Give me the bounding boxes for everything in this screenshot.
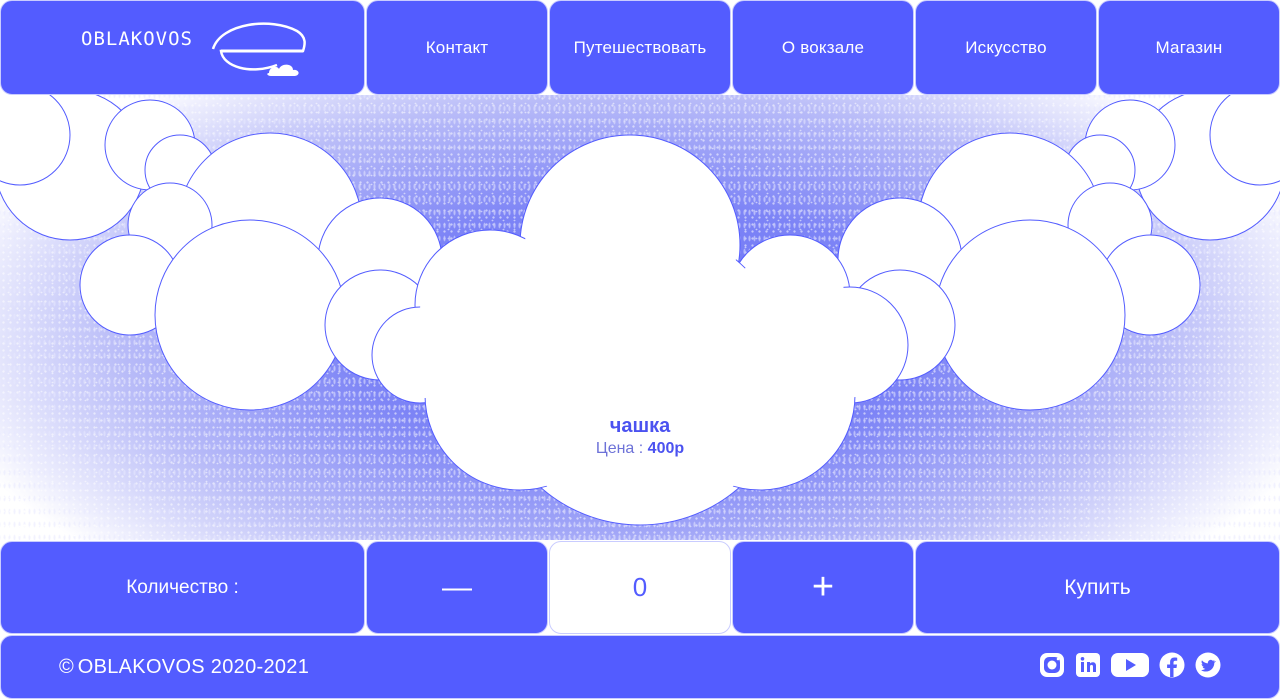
logo-tile[interactable]: OBLAKOVOS bbox=[0, 0, 365, 95]
youtube-icon[interactable] bbox=[1110, 651, 1150, 679]
facebook-icon[interactable] bbox=[1158, 651, 1186, 679]
nav-item-contact-label: Контакт bbox=[425, 37, 489, 57]
linkedin-icon[interactable] bbox=[1074, 651, 1102, 679]
instagram-icon[interactable] bbox=[1038, 651, 1066, 679]
increase-quantity-button[interactable]: + bbox=[732, 541, 914, 634]
plus-icon: + bbox=[811, 566, 835, 608]
quantity-value: 0 bbox=[632, 572, 648, 602]
product-stage: чашка Цена : 400р bbox=[0, 95, 1280, 540]
social-links bbox=[1038, 651, 1222, 679]
nav-item-contact[interactable]: Контакт bbox=[366, 0, 548, 95]
buy-button[interactable]: Купить bbox=[915, 541, 1280, 634]
nav-item-shop-label: Магазин bbox=[1155, 37, 1223, 57]
copyright-symbol: © bbox=[59, 655, 74, 678]
nav-item-art-label: Искусство bbox=[965, 37, 1047, 57]
twitter-icon[interactable] bbox=[1194, 651, 1222, 679]
quantity-label-tile: Количество : bbox=[0, 541, 365, 634]
nav-item-station-label: О вокзале bbox=[781, 37, 865, 57]
decrease-quantity-button[interactable]: — bbox=[366, 541, 548, 634]
buy-label: Купить bbox=[1064, 575, 1131, 599]
clouds-illustration bbox=[0, 95, 1280, 526]
nav-item-station[interactable]: О вокзале bbox=[732, 0, 914, 95]
copyright-text: OBLAKOVOS 2020-2021 bbox=[77, 655, 310, 678]
quantity-display[interactable]: 0 bbox=[549, 541, 731, 634]
logo-graphic: OBLAKOVOS bbox=[81, 22, 306, 76]
nav-item-travel[interactable]: Путешествовать bbox=[549, 0, 731, 95]
product-card: чашка Цена : 400р bbox=[540, 415, 740, 458]
minus-icon: — bbox=[442, 570, 472, 604]
quantity-label: Количество : bbox=[126, 576, 239, 598]
price-label: Цена : bbox=[595, 440, 648, 457]
product-name: чашка bbox=[609, 415, 671, 437]
nav-item-travel-label: Путешествовать bbox=[573, 37, 707, 57]
nav-item-art[interactable]: Искусство bbox=[915, 0, 1097, 95]
logo-text: OBLAKOVOS bbox=[81, 28, 193, 50]
product-price: Цена : 400р bbox=[540, 440, 740, 458]
price-value: 400р bbox=[647, 440, 685, 457]
nav-item-shop[interactable]: Магазин bbox=[1098, 0, 1280, 95]
